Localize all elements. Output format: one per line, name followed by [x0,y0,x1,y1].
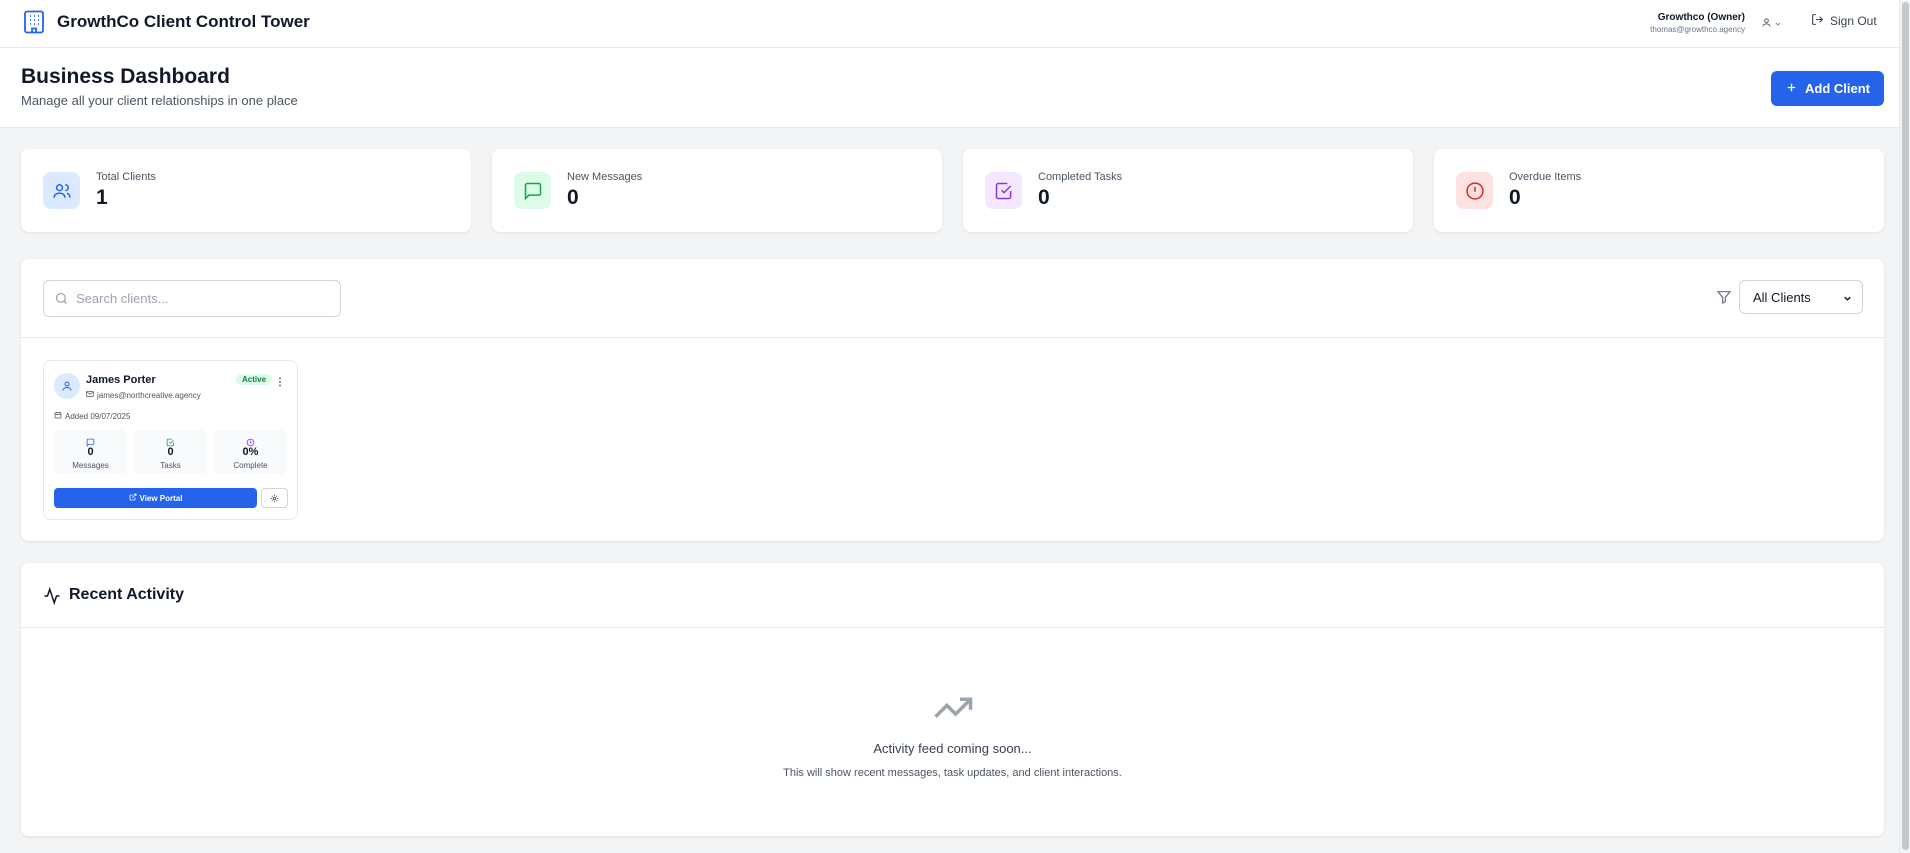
status-badge: Active [236,374,273,385]
client-card[interactable]: James Porter james@northcreative.agency … [43,360,298,520]
activity-title: Recent Activity [69,586,184,603]
top-navigation-bar: GrowthCo Client Control Tower Growthco (… [0,0,1910,48]
recent-activity-panel: Recent Activity Activity feed coming soo… [21,563,1884,836]
check-square-icon [985,172,1022,209]
user-icon [1761,15,1772,33]
clients-panel: All Clients James Porter james@northcrea… [21,259,1884,541]
plus-icon [1785,81,1798,97]
client-stat-value: 0 [87,446,94,458]
stat-value: 1 [96,186,108,209]
page-subtitle: Manage all your client relationships in … [21,93,298,108]
user-email: thomas@growthco.agency [1650,25,1745,34]
activity-header: Recent Activity [21,563,1884,628]
avatar [54,373,80,399]
filter-selected-value: All Clients [1753,289,1811,305]
page-header: Business Dashboard Manage all your clien… [0,48,1910,128]
gear-icon [270,491,279,506]
client-stat-tasks: 0 Tasks [134,429,207,475]
sign-out-label: Sign Out [1830,14,1877,28]
client-name: James Porter [86,374,156,386]
client-added-date: Added 09/07/2025 [54,411,130,421]
client-filter-select[interactable]: All Clients [1739,280,1863,314]
stat-label: Overdue Items [1509,171,1582,183]
alert-circle-icon [1456,172,1493,209]
stat-value: 0 [1038,186,1050,209]
search-input[interactable] [76,281,336,316]
search-box[interactable] [43,280,341,317]
stat-card-completed-tasks: Completed Tasks 0 [963,149,1413,232]
scrollbar-thumb[interactable] [1902,2,1909,850]
client-stat-value: 0 [167,446,174,458]
stat-card-total-clients: Total Clients 1 [21,149,471,232]
chevron-down-icon [1842,292,1853,307]
sign-out-button[interactable]: Sign Out [1811,13,1877,29]
client-stat-label: Complete [233,461,268,470]
stat-label: Total Clients [96,171,156,183]
search-icon [54,291,69,311]
client-stat-label: Messages [72,461,109,470]
client-email: james@northcreative.agency [86,390,201,400]
calendar-icon [54,411,62,421]
client-settings-button[interactable] [261,488,288,508]
external-link-icon [129,493,137,503]
trending-up-icon [932,687,974,734]
stat-label: Completed Tasks [1038,171,1123,183]
view-portal-button[interactable]: View Portal [54,488,257,508]
user-info: Growthco (Owner) thomas@growthco.agency [1650,11,1745,35]
client-stat-label: Tasks [160,461,181,470]
client-email-text: james@northcreative.agency [97,390,201,400]
page-scrollbar[interactable] [1899,0,1910,853]
page-title: Business Dashboard [21,65,230,88]
user-name: Growthco (Owner) [1657,12,1745,23]
filter-icon [1716,289,1732,310]
users-icon [43,172,80,209]
message-icon [514,172,551,209]
stat-value: 0 [1509,186,1521,209]
chevron-down-icon [1774,15,1782,33]
stat-label: New Messages [567,171,643,183]
add-client-label: Add Client [1805,81,1870,96]
more-options-icon[interactable] [278,374,282,392]
stat-value: 0 [567,186,579,209]
stat-card-overdue-items: Overdue Items 0 [1434,149,1884,232]
client-stat-complete: 0% Complete [214,429,287,475]
client-filter-bar: All Clients [21,259,1884,338]
client-stat-messages: 0 Messages [54,429,127,475]
add-client-button[interactable]: Add Client [1771,71,1884,106]
activity-empty-description: This will show recent messages, task upd… [783,767,1122,779]
stat-card-new-messages: New Messages 0 [492,149,942,232]
activity-empty-title: Activity feed coming soon... [873,741,1032,756]
client-added-text: Added 09/07/2025 [65,411,131,421]
user-menu-button[interactable] [1761,15,1782,33]
building-icon [23,10,45,34]
logout-icon [1811,13,1824,29]
view-portal-label: View Portal [139,493,183,503]
client-stat-value: 0% [242,446,259,458]
mail-icon [86,390,94,400]
activity-icon [43,586,61,610]
brand[interactable]: GrowthCo Client Control Tower [23,10,310,34]
app-title: GrowthCo Client Control Tower [57,12,310,31]
